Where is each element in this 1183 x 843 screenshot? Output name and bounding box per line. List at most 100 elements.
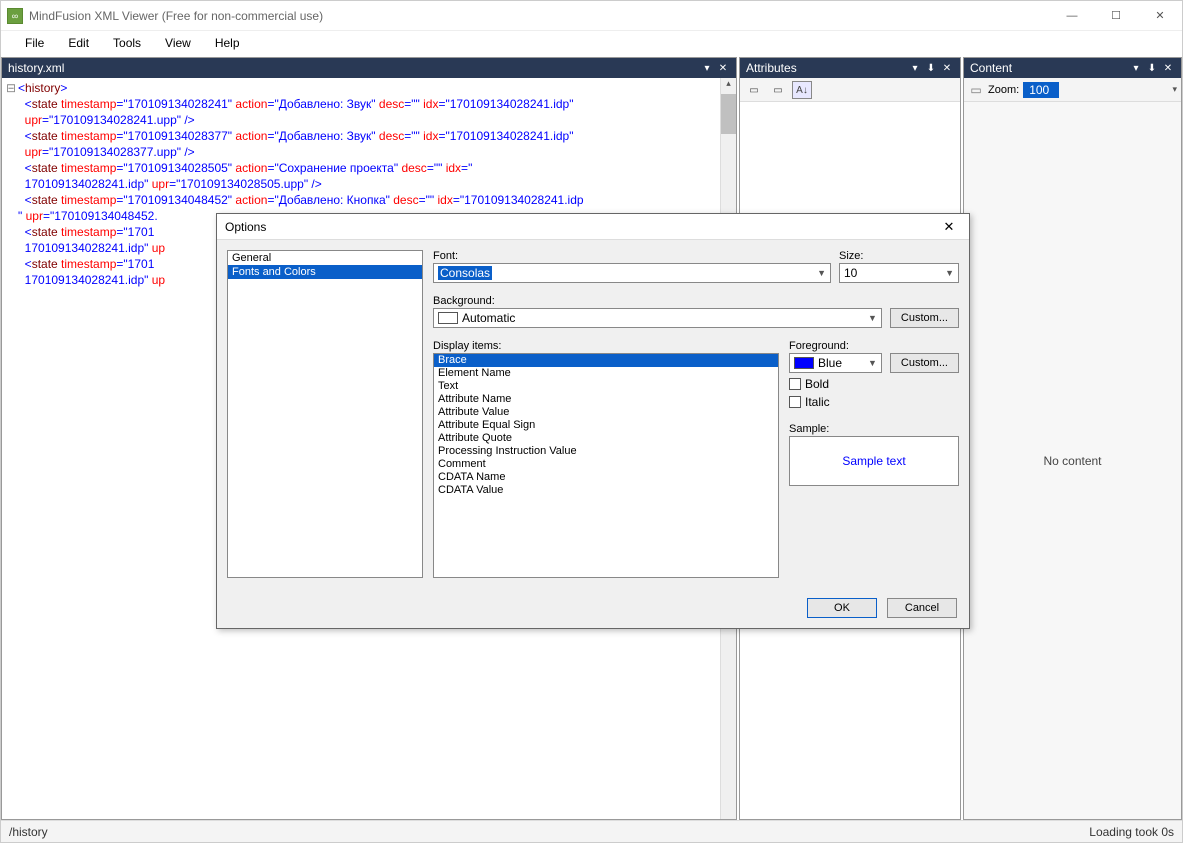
content-toolbar: ▭ Zoom: 100 ▾ xyxy=(964,78,1181,102)
scroll-thumb[interactable] xyxy=(721,94,736,134)
background-custom-button[interactable]: Custom... xyxy=(890,308,959,328)
italic-label: Italic xyxy=(805,395,830,409)
foreground-label: Foreground: xyxy=(789,340,959,352)
bold-checkbox[interactable]: Bold xyxy=(789,377,959,391)
sample-label: Sample: xyxy=(789,423,959,435)
xml-line[interactable]: <state timestamp="170109134028377" actio… xyxy=(6,128,716,144)
xml-line[interactable]: upr="170109134028241.upp" /> xyxy=(6,112,716,128)
dialog-title-bar[interactable]: Options ✕ xyxy=(217,214,969,240)
content-empty-text: No content xyxy=(1043,454,1101,468)
size-label: Size: xyxy=(839,250,959,262)
app-icon: ∞ xyxy=(7,8,23,24)
zoom-dropdown-icon[interactable]: ▾ xyxy=(1172,84,1177,95)
content-close-icon[interactable]: ✕ xyxy=(1161,63,1175,74)
display-item[interactable]: Comment xyxy=(434,458,778,471)
font-label: Font: xyxy=(433,250,831,262)
content-body: No content xyxy=(964,102,1181,819)
chevron-down-icon: ▼ xyxy=(868,313,877,323)
dialog-title: Options xyxy=(225,220,266,234)
attributes-header[interactable]: Attributes ▾ ⬇ ✕ xyxy=(740,58,960,78)
xml-line[interactable]: <state timestamp="170109134048452" actio… xyxy=(6,192,716,208)
display-item[interactable]: Attribute Value xyxy=(434,406,778,419)
tab-close-icon[interactable]: ✕ xyxy=(716,63,730,74)
display-items-label: Display items: xyxy=(433,340,779,352)
maximize-button[interactable]: ☐ xyxy=(1094,2,1138,30)
ok-button[interactable]: OK xyxy=(807,598,877,618)
font-value: Consolas xyxy=(438,266,492,280)
attr-tool-categorize-icon[interactable]: ▭ xyxy=(744,81,764,99)
foreground-combo[interactable]: Blue ▼ xyxy=(789,353,882,373)
content-switch-icon[interactable]: ▭ xyxy=(968,83,984,97)
content-pane: Content ▾ ⬇ ✕ ▭ Zoom: 100 ▾ No content xyxy=(963,57,1182,820)
category-item[interactable]: General xyxy=(228,251,422,265)
sample-preview: Sample text xyxy=(789,436,959,486)
background-label: Background: xyxy=(433,295,959,307)
zoom-input[interactable]: 100 xyxy=(1023,82,1059,98)
display-item[interactable]: CDATA Value xyxy=(434,484,778,497)
category-item[interactable]: Fonts and Colors xyxy=(228,265,422,279)
content-title: Content xyxy=(970,61,1012,75)
display-item[interactable]: Attribute Quote xyxy=(434,432,778,445)
menu-tools[interactable]: Tools xyxy=(103,33,151,53)
cancel-button[interactable]: Cancel xyxy=(887,598,957,618)
foreground-swatch xyxy=(794,357,814,369)
xml-line[interactable]: upr="170109134028377.upp" /> xyxy=(6,144,716,160)
display-item[interactable]: CDATA Name xyxy=(434,471,778,484)
foreground-custom-button[interactable]: Custom... xyxy=(890,353,959,373)
content-pin-icon[interactable]: ⬇ xyxy=(1145,63,1159,74)
background-combo[interactable]: Automatic ▼ xyxy=(433,308,882,328)
menu-view[interactable]: View xyxy=(155,33,201,53)
title-bar: ∞ MindFusion XML Viewer (Free for non-co… xyxy=(1,1,1182,31)
bold-label: Bold xyxy=(805,377,829,391)
dialog-close-icon[interactable]: ✕ xyxy=(937,219,961,235)
display-item[interactable]: Element Name xyxy=(434,367,778,380)
attr-tool-sort-icon[interactable]: A↓ xyxy=(792,81,812,99)
checkbox-box xyxy=(789,378,801,390)
display-item[interactable]: Attribute Equal Sign xyxy=(434,419,778,432)
xml-line[interactable]: <state timestamp="170109134028505" actio… xyxy=(6,160,716,176)
tab-dropdown-icon[interactable]: ▾ xyxy=(700,63,714,74)
menu-help[interactable]: Help xyxy=(205,33,250,53)
italic-checkbox[interactable]: Italic xyxy=(789,395,959,409)
chevron-down-icon: ▼ xyxy=(945,268,954,278)
menu-edit[interactable]: Edit xyxy=(58,33,99,53)
scroll-up-icon[interactable]: ▴ xyxy=(721,78,736,92)
attributes-close-icon[interactable]: ✕ xyxy=(940,63,954,74)
background-value: Automatic xyxy=(462,311,515,325)
display-items-list[interactable]: BraceElement NameTextAttribute NameAttri… xyxy=(433,353,779,578)
attributes-dropdown-icon[interactable]: ▾ xyxy=(908,63,922,74)
attributes-toolbar: ▭ ▭ A↓ xyxy=(740,78,960,102)
content-header[interactable]: Content ▾ ⬇ ✕ xyxy=(964,58,1181,78)
zoom-label: Zoom: xyxy=(988,84,1019,96)
chevron-down-icon: ▼ xyxy=(868,358,877,368)
status-bar: /history Loading took 0s xyxy=(1,820,1182,842)
menu-bar: File Edit Tools View Help xyxy=(1,31,1182,55)
display-item[interactable]: Processing Instruction Value xyxy=(434,445,778,458)
options-dialog: Options ✕ GeneralFonts and Colors Font: … xyxy=(216,213,970,629)
checkbox-box xyxy=(789,396,801,408)
size-value: 10 xyxy=(844,266,857,280)
category-list[interactable]: GeneralFonts and Colors xyxy=(227,250,423,578)
attributes-title: Attributes xyxy=(746,61,797,75)
status-path: /history xyxy=(9,825,48,839)
minimize-button[interactable]: — xyxy=(1050,2,1094,30)
display-item[interactable]: Attribute Name xyxy=(434,393,778,406)
background-swatch xyxy=(438,312,458,324)
content-dropdown-icon[interactable]: ▾ xyxy=(1129,63,1143,74)
xml-line[interactable]: 170109134028241.idp" upr="17010913402850… xyxy=(6,176,716,192)
size-combo[interactable]: 10 ▼ xyxy=(839,263,959,283)
menu-file[interactable]: File xyxy=(15,33,54,53)
close-window-button[interactable]: ✕ xyxy=(1138,2,1182,30)
xml-tab-header[interactable]: history.xml ▾ ✕ xyxy=(2,58,736,78)
xml-line[interactable]: <state timestamp="170109134028241" actio… xyxy=(6,96,716,112)
display-item[interactable]: Text xyxy=(434,380,778,393)
font-combo[interactable]: Consolas ▼ xyxy=(433,263,831,283)
xml-line[interactable]: ⊟<history> xyxy=(6,80,716,96)
display-item[interactable]: Brace xyxy=(434,354,778,367)
sample-text: Sample text xyxy=(842,454,905,468)
foreground-value: Blue xyxy=(818,356,842,370)
xml-tab-label: history.xml xyxy=(8,61,64,75)
attributes-pin-icon[interactable]: ⬇ xyxy=(924,63,938,74)
attr-tool-add-icon[interactable]: ▭ xyxy=(768,81,788,99)
window-title: MindFusion XML Viewer (Free for non-comm… xyxy=(29,9,323,23)
